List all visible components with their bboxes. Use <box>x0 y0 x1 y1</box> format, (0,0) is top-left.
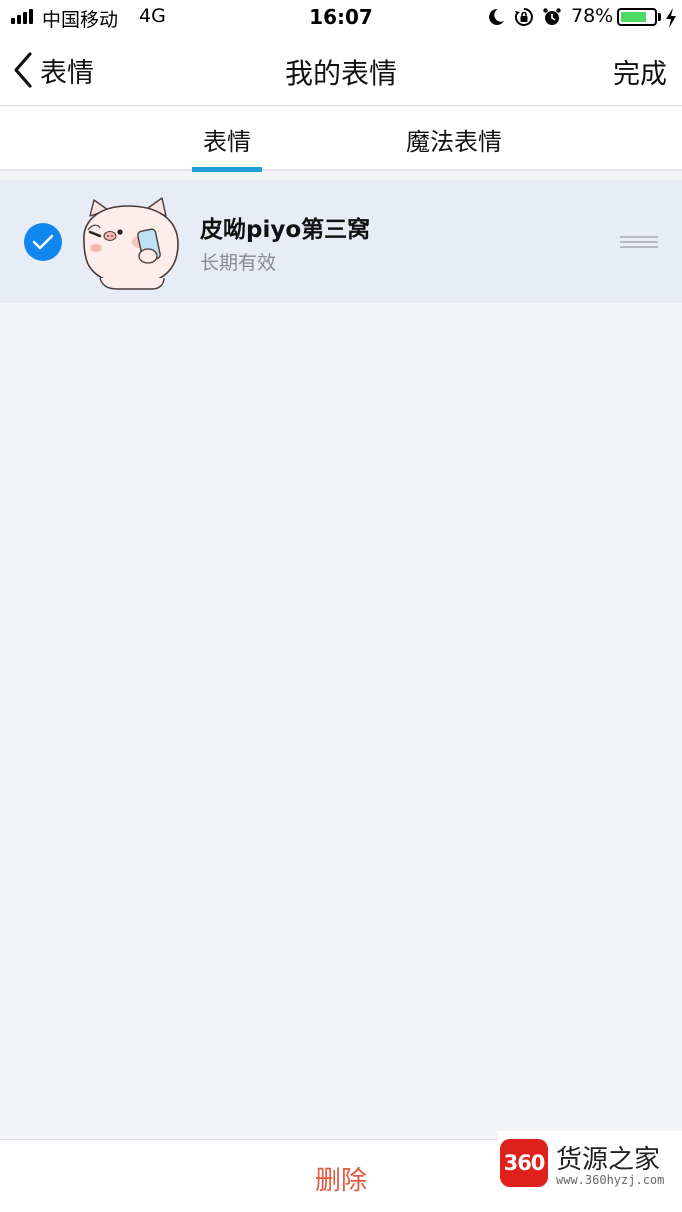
watermark-url: www.360hyzj.com <box>556 1173 665 1187</box>
back-button[interactable]: 表情 <box>10 48 94 92</box>
battery-cap <box>658 13 661 21</box>
alarm-icon <box>543 8 561 25</box>
active-tab-indicator <box>192 167 262 172</box>
selected-checkbox[interactable] <box>24 223 62 261</box>
page-title: 我的表情 <box>284 57 397 90</box>
battery-icon <box>617 8 657 26</box>
emoticon-pack-list: 皮呦piyo第三窝 长期有效 <box>0 180 682 303</box>
navigation-bar: 表情 我的表情 完成 <box>0 36 682 106</box>
watermark: 360 货源之家 www.360hyzj.com <box>498 1131 682 1193</box>
drag-handle-icon[interactable] <box>620 230 658 254</box>
back-button-label: 表情 <box>40 57 94 89</box>
tab-bar: 表情 魔法表情 <box>0 107 682 172</box>
chevron-left-icon <box>14 52 32 88</box>
tab-emoticons-label: 表情 <box>203 128 251 156</box>
done-button[interactable]: 完成 <box>613 52 667 91</box>
moon-icon <box>489 8 504 25</box>
charging-bolt-icon <box>666 8 676 28</box>
tab-magic-emoticons-label: 魔法表情 <box>406 128 502 156</box>
watermark-name: 货源之家 <box>556 1145 661 1175</box>
tab-emoticons[interactable]: 表情 <box>192 107 262 172</box>
list-item[interactable]: 皮呦piyo第三窝 长期有效 <box>0 180 682 303</box>
pack-title: 皮呦piyo第三窝 <box>200 217 371 243</box>
tab-magic-emoticons[interactable]: 魔法表情 <box>400 107 508 171</box>
watermark-logo: 360 <box>500 1139 548 1187</box>
pack-validity: 长期有效 <box>200 252 277 274</box>
battery-percent: 78% <box>571 5 614 27</box>
checkmark-icon <box>32 234 54 250</box>
status-bar: 中国移动 4G 16:07 78% <box>0 0 682 36</box>
pig-sticker-thumbnail <box>83 197 179 290</box>
orientation-lock-icon <box>514 8 533 26</box>
battery-fill <box>621 12 646 22</box>
